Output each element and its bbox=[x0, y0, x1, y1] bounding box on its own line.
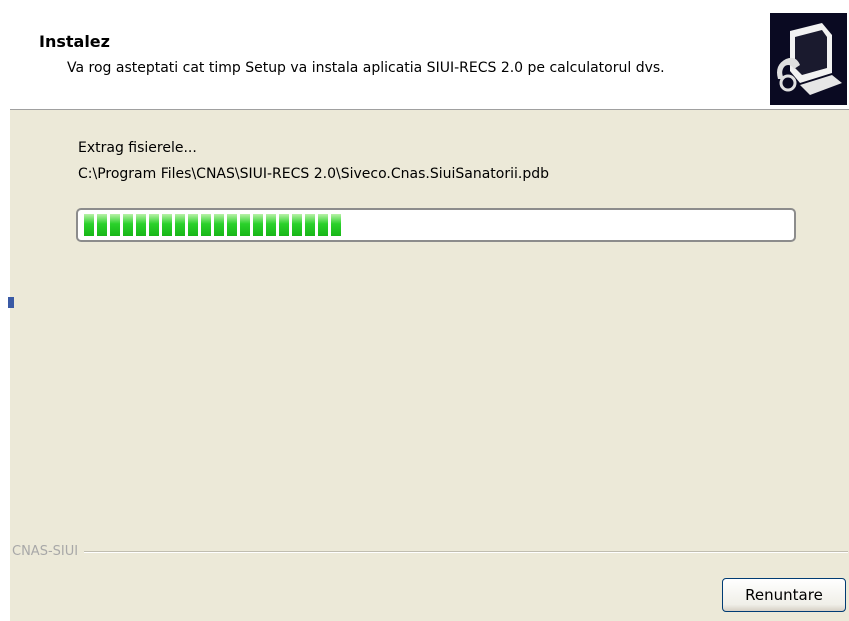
side-marker bbox=[8, 297, 14, 308]
progress-segment bbox=[227, 214, 237, 236]
progress-segment bbox=[305, 214, 315, 236]
group-divider bbox=[12, 551, 848, 553]
progress-segment bbox=[331, 214, 341, 236]
header-subtitle: Va rog asteptati cat timp Setup va insta… bbox=[67, 60, 665, 76]
header-panel bbox=[10, 0, 849, 110]
installer-window: Instalez Va rog asteptati cat timp Setup… bbox=[0, 0, 849, 621]
progress-segment bbox=[136, 214, 146, 236]
progress-segment bbox=[84, 214, 94, 236]
current-file-path: C:\Program Files\CNAS\SIUI-RECS 2.0\Sive… bbox=[78, 166, 549, 182]
progress-segment bbox=[240, 214, 250, 236]
progress-segment bbox=[110, 214, 120, 236]
progress-segment bbox=[188, 214, 198, 236]
progress-segment bbox=[162, 214, 172, 236]
header-title: Instalez bbox=[39, 32, 110, 51]
progress-segment bbox=[123, 214, 133, 236]
status-text: Extrag fisierele... bbox=[78, 140, 197, 156]
progress-segment bbox=[318, 214, 328, 236]
progress-fill bbox=[84, 214, 341, 236]
progress-segment bbox=[97, 214, 107, 236]
progress-segment bbox=[214, 214, 224, 236]
progress-segment bbox=[201, 214, 211, 236]
progress-segment bbox=[253, 214, 263, 236]
window-left-edge bbox=[0, 0, 10, 621]
cancel-button[interactable]: Renuntare bbox=[722, 578, 846, 612]
group-label: CNAS-SIUI bbox=[12, 544, 85, 559]
progress-segment bbox=[266, 214, 276, 236]
progress-segment bbox=[149, 214, 159, 236]
setup-computer-icon bbox=[770, 13, 847, 105]
progress-segment bbox=[279, 214, 289, 236]
progress-segment bbox=[292, 214, 302, 236]
progress-segment bbox=[175, 214, 185, 236]
progress-bar bbox=[76, 208, 796, 242]
